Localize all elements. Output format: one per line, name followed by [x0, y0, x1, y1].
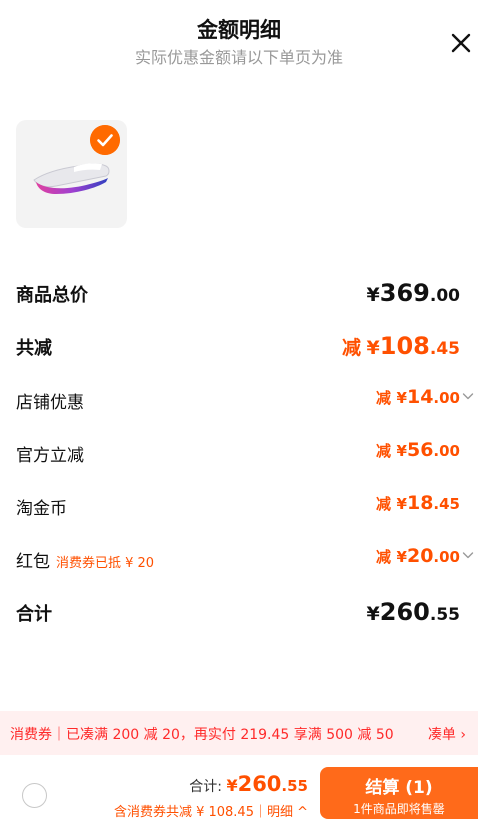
discount-details-toggle[interactable]: 含消费券共减 ¥ 108.45｜明细 ^ — [114, 801, 308, 820]
taobao-coins-row: 淘金币 减 ¥18.45 — [16, 490, 460, 520]
checkout-button-sublabel: 1件商品即将售罄 — [353, 802, 445, 816]
shop-discount-value: 减 ¥14.00 — [375, 386, 460, 408]
checkout-footer: 合计: ¥260.55 含消费券共减 ¥ 108.45｜明细 ^ 结算 (1) … — [0, 755, 478, 832]
red-packet-label: 红包 消费券已抵 ¥ 20 — [16, 552, 155, 572]
add-items-link[interactable]: 凑单 › — [428, 724, 466, 744]
taobao-coins-label: 淘金币 — [16, 499, 67, 519]
close-icon[interactable] — [446, 28, 476, 58]
footer-total: 合计: ¥260.55 — [189, 772, 308, 796]
chevron-down-icon[interactable] — [462, 390, 474, 402]
total-discount-value: 减 ¥108.45 — [341, 332, 460, 360]
red-packet-note: 消费券已抵 ¥ 20 — [56, 556, 155, 571]
subtotal-row: 商品总价 ¥369.00 — [16, 277, 460, 307]
modal-header: 金额明细 实际优惠金额请以下单页为准 — [0, 0, 478, 80]
subtotal-value: ¥369.00 — [366, 279, 460, 307]
shop-discount-row[interactable]: 店铺优惠 减 ¥14.00 — [16, 384, 474, 414]
coupon-bar: 消费券｜已凑满 200 减 20，再实付 219.45 享满 500 减 50 … — [0, 711, 478, 755]
shop-discount-label: 店铺优惠 — [16, 393, 84, 413]
taobao-coins-value: 减 ¥18.45 — [375, 492, 460, 514]
checkmark-icon[interactable] — [90, 125, 120, 155]
red-packet-value: 减 ¥20.00 — [375, 545, 460, 567]
coupon-progress-text: 消费券｜已凑满 200 减 20，再实付 219.45 享满 500 减 50 — [10, 727, 394, 743]
official-discount-row: 官方立减 减 ¥56.00 — [16, 437, 460, 467]
subtotal-label: 商品总价 — [16, 285, 88, 306]
total-discount-row: 共减 减 ¥108.45 — [16, 330, 460, 360]
total-row: 合计 ¥260.55 — [16, 596, 460, 626]
official-discount-label: 官方立减 — [16, 446, 84, 466]
page-title: 金额明细 — [197, 18, 281, 42]
total-value: ¥260.55 — [366, 598, 460, 626]
checkout-button-label: 结算 (1) — [365, 778, 433, 798]
select-all-radio[interactable] — [22, 783, 47, 808]
chevron-down-icon[interactable] — [462, 549, 474, 561]
official-discount-value: 减 ¥56.00 — [375, 439, 460, 461]
checkout-button[interactable]: 结算 (1) 1件商品即将售罄 — [320, 767, 478, 819]
page-subtitle: 实际优惠金额请以下单页为准 — [134, 48, 343, 67]
red-packet-row[interactable]: 红包 消费券已抵 ¥ 20 减 ¥20.00 — [16, 543, 474, 573]
total-discount-label: 共减 — [16, 338, 52, 359]
total-label: 合计 — [16, 604, 52, 625]
